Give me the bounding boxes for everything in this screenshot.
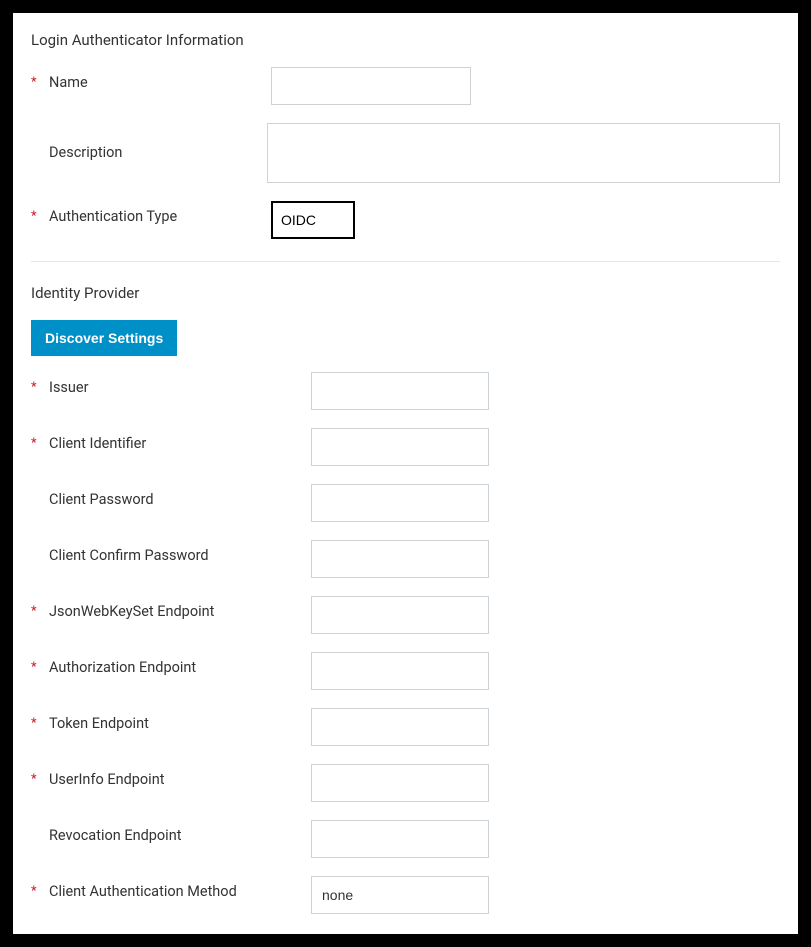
row-client-id: * Client Identifier <box>31 428 780 466</box>
client-password-input[interactable] <box>311 484 489 522</box>
row-token: * Token Endpoint <box>31 708 780 746</box>
row-client-auth-method: * Client Authentication Method none <box>31 876 780 914</box>
required-asterisk: * <box>31 435 49 453</box>
row-authz: * Authorization Endpoint <box>31 652 780 690</box>
required-asterisk: * <box>31 715 49 733</box>
client-password-confirm-input[interactable] <box>311 540 489 578</box>
label-client-auth-method: Client Authentication Method <box>49 882 237 902</box>
label-issuer: Issuer <box>49 378 89 398</box>
row-client-pw: Client Password <box>31 484 780 522</box>
token-endpoint-input[interactable] <box>311 708 489 746</box>
label-ficam: Enable FICAM Profile <box>49 938 185 947</box>
label-jwks: JsonWebKeySet Endpoint <box>49 602 214 622</box>
row-revocation: Revocation Endpoint <box>31 820 780 858</box>
row-ficam: Enable FICAM Profile <box>31 932 780 947</box>
required-asterisk: * <box>31 883 49 901</box>
row-issuer: * Issuer <box>31 372 780 410</box>
required-asterisk: * <box>31 603 49 621</box>
issuer-input[interactable] <box>311 372 489 410</box>
required-asterisk: * <box>31 771 49 789</box>
label-client-pw-confirm: Client Confirm Password <box>49 546 209 566</box>
required-asterisk: * <box>31 659 49 677</box>
label-authz: Authorization Endpoint <box>49 658 196 678</box>
description-input[interactable] <box>267 123 780 183</box>
label-client-pw: Client Password <box>49 490 154 510</box>
label-description: Description <box>49 143 122 163</box>
label-userinfo: UserInfo Endpoint <box>49 770 164 790</box>
row-client-pw-confirm: Client Confirm Password <box>31 540 780 578</box>
label-token: Token Endpoint <box>49 714 149 734</box>
row-userinfo: * UserInfo Endpoint <box>31 764 780 802</box>
row-auth-type: * Authentication Type OIDC <box>31 201 780 239</box>
client-auth-method-select[interactable]: none <box>311 876 489 914</box>
required-asterisk: * <box>31 208 49 226</box>
row-description: Description <box>31 123 780 183</box>
label-client-id: Client Identifier <box>49 434 146 454</box>
required-asterisk: * <box>31 379 49 397</box>
label-revocation: Revocation Endpoint <box>49 826 181 846</box>
userinfo-endpoint-input[interactable] <box>311 764 489 802</box>
required-asterisk: * <box>31 74 49 92</box>
discover-settings-button[interactable]: Discover Settings <box>31 320 177 356</box>
section-title-login-auth: Login Authenticator Information <box>31 31 780 49</box>
client-id-input[interactable] <box>311 428 489 466</box>
section-title-idp: Identity Provider <box>31 284 780 302</box>
revocation-endpoint-input[interactable] <box>311 820 489 858</box>
row-jwks: * JsonWebKeySet Endpoint <box>31 596 780 634</box>
auth-type-select[interactable]: OIDC <box>271 201 355 239</box>
name-input[interactable] <box>271 67 471 105</box>
jwks-endpoint-input[interactable] <box>311 596 489 634</box>
authz-endpoint-input[interactable] <box>311 652 489 690</box>
label-auth-type: Authentication Type <box>49 207 177 227</box>
label-name: Name <box>49 73 88 93</box>
enable-ficam-checkbox[interactable] <box>321 936 339 947</box>
row-name: * Name <box>31 67 780 105</box>
